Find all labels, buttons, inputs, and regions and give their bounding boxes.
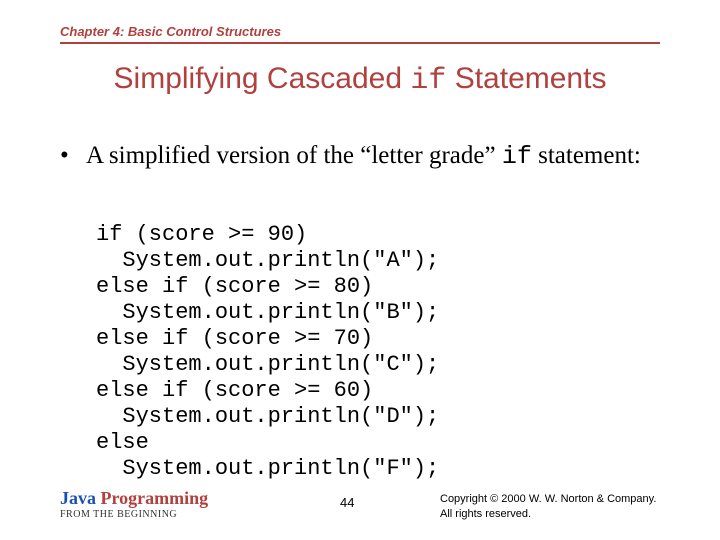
copyright: Copyright © 2000 W. W. Norton & Company.… xyxy=(440,492,700,522)
page-title: Simplifying Cascaded if Statements xyxy=(0,62,720,98)
footer-branding: Java Programming FROM THE BEGINNING xyxy=(60,488,208,520)
footer-java: Java xyxy=(60,488,96,508)
copyright-line-2: All rights reserved. xyxy=(440,507,700,522)
copyright-line-1: Copyright © 2000 W. W. Norton & Company. xyxy=(440,492,700,507)
divider xyxy=(60,42,660,44)
chapter-label: Chapter 4: Basic Control Structures xyxy=(60,24,281,39)
footer-subtitle: FROM THE BEGINNING xyxy=(60,509,208,520)
page-number: 44 xyxy=(340,495,354,510)
bullet-list: • A simplified version of the “letter gr… xyxy=(60,140,660,172)
bullet-text: A simplified version of the “letter grad… xyxy=(86,140,641,172)
title-code: if xyxy=(410,64,446,98)
footer-programming: Programming xyxy=(96,488,208,508)
footer-title: Java Programming xyxy=(60,488,208,509)
bullet-marker: • xyxy=(60,140,86,172)
bullet-pre: A simplified version of the “letter grad… xyxy=(86,142,502,169)
code-block: if (score >= 90) System.out.println("A")… xyxy=(96,222,439,482)
title-post: Statements xyxy=(446,62,606,95)
bullet-item: • A simplified version of the “letter gr… xyxy=(60,140,660,172)
bullet-code: if xyxy=(502,142,532,171)
bullet-post: statement: xyxy=(532,142,641,169)
title-pre: Simplifying Cascaded xyxy=(114,62,411,95)
